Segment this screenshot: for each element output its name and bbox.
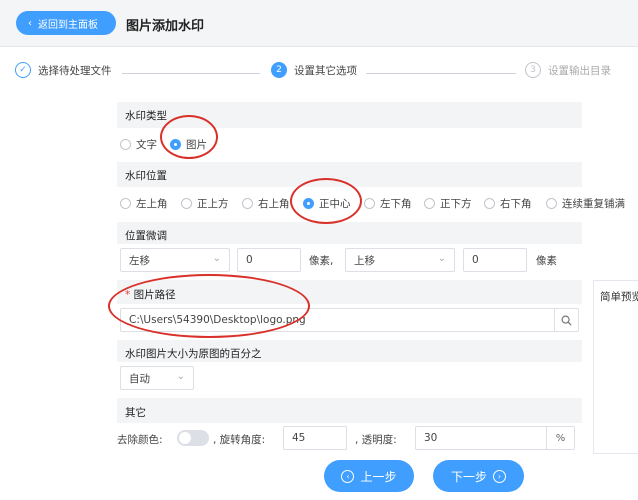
opacity-input[interactable]: 30 % — [415, 426, 575, 450]
fine-tune-section: 位置微调 左移 ⌄ 0 像素, 上移 ⌄ 0 像素 — [117, 222, 582, 276]
preview-panel: 简单预览 — [593, 280, 638, 454]
vertical-offset-input[interactable]: 0 — [463, 248, 527, 272]
radio-bottom-center[interactable]: 正下方 — [424, 196, 472, 211]
image-path-input[interactable]: C:\Users\54390\Desktop\logo.png — [120, 308, 579, 332]
radio-bottom-right[interactable]: 右下角 — [484, 196, 532, 211]
watermark-type-section: 水印类型 文字 图片 — [117, 102, 582, 160]
radio-label: 正中心 — [319, 198, 351, 210]
step-2-label: 设置其它选项 — [294, 64, 357, 77]
watermark-position-row: 左上角 正上方 右上角 正中心 左下角 正下方 右下角 连续重复铺满 — [117, 187, 625, 218]
radio-dot — [364, 198, 375, 209]
chevron-down-icon: ⌄ — [212, 253, 221, 264]
radio-image[interactable]: 图片 — [170, 137, 207, 152]
watermark-position-title: 水印位置 — [125, 170, 167, 182]
step-connector — [366, 73, 516, 74]
rotate-angle-input[interactable]: 45 — [283, 426, 347, 450]
watermark-type-title: 水印类型 — [125, 110, 167, 122]
step-1[interactable]: ✓ 选择待处理文件 — [15, 62, 112, 78]
other-section: 其它 去除颜色: , 旋转角度: 45 , 透明度: 30 % — [117, 398, 582, 454]
radio-dot — [424, 198, 435, 209]
step-3-number: 3 — [525, 62, 541, 78]
radio-dot — [120, 198, 131, 209]
step-3-label: 设置输出目录 — [548, 64, 611, 77]
scale-section: 水印图片大小为原图的百分之 自动 ⌄ — [117, 340, 582, 394]
pixel-unit-label: 像素 — [536, 255, 557, 267]
step-1-label: 选择待处理文件 — [38, 64, 112, 77]
select-value: 上移 — [354, 254, 375, 267]
rotate-label: , 旋转角度: — [213, 434, 266, 446]
radio-label: 连续重复铺满 — [562, 198, 625, 210]
remove-color-toggle[interactable] — [177, 430, 209, 446]
radio-dot-selected — [303, 198, 314, 209]
step-3[interactable]: 3 设置输出目录 — [525, 62, 611, 78]
next-step-label: 下一步 — [450, 469, 487, 484]
image-path-value: C:\Users\54390\Desktop\logo.png — [129, 314, 306, 326]
back-button-label: 返回到主面板 — [38, 19, 98, 31]
radio-tile-repeat[interactable]: 连续重复铺满 — [546, 196, 625, 211]
watermark-type-row: 文字 图片 — [117, 128, 582, 160]
radio-dot — [484, 198, 495, 209]
page-title: 图片添加水印 — [126, 19, 205, 34]
remove-color-label: 去除颜色: — [117, 434, 163, 446]
other-title: 其它 — [125, 407, 146, 419]
required-mark: * — [125, 289, 131, 301]
previous-step-label: 上一步 — [360, 469, 397, 484]
top-bar: ‹ 返回到主面板 图片添加水印 — [0, 0, 638, 47]
radio-top-right[interactable]: 右上角 — [242, 196, 290, 211]
select-value: 左移 — [129, 254, 150, 267]
radio-text[interactable]: 文字 — [120, 137, 157, 152]
radio-top-left[interactable]: 左上角 — [120, 196, 168, 211]
radio-label: 右下角 — [500, 198, 532, 210]
radio-dot — [120, 139, 131, 150]
radio-label: 正上方 — [197, 198, 229, 210]
radio-label: 左上角 — [136, 198, 168, 210]
scale-select[interactable]: 自动 ⌄ — [120, 366, 194, 390]
opacity-label: , 透明度: — [355, 434, 397, 446]
step-2[interactable]: 2 设置其它选项 — [271, 62, 357, 78]
radio-label: 左下角 — [380, 198, 412, 210]
circle-chevron-right-icon: › — [493, 469, 506, 483]
step-indicator: ✓ 选择待处理文件 2 设置其它选项 3 设置输出目录 — [0, 62, 638, 86]
scale-title: 水印图片大小为原图的百分之 — [125, 348, 262, 360]
radio-center[interactable]: 正中心 — [303, 196, 351, 211]
scale-row: 自动 ⌄ — [117, 362, 582, 394]
chevron-down-icon: ⌄ — [176, 371, 185, 382]
radio-bottom-left[interactable]: 左下角 — [364, 196, 412, 211]
radio-label: 图片 — [186, 139, 207, 151]
step-connector — [122, 73, 260, 74]
circle-chevron-left-icon: ‹ — [341, 469, 355, 483]
next-step-button[interactable]: 下一步 › — [433, 460, 524, 492]
image-path-title: * 图片路径 — [125, 287, 176, 302]
chevron-down-icon: ⌄ — [437, 253, 446, 264]
step-2-number: 2 — [271, 62, 287, 78]
radio-label: 右上角 — [258, 198, 290, 210]
pixel-unit-label: 像素, — [309, 255, 334, 267]
chevron-left-icon: ‹ — [28, 17, 32, 29]
radio-label: 正下方 — [440, 198, 472, 210]
preview-title: 简单预览 — [600, 291, 638, 303]
vertical-direction-select[interactable]: 上移 ⌄ — [345, 248, 455, 272]
radio-dot — [242, 198, 253, 209]
radio-dot — [546, 198, 557, 209]
previous-step-button[interactable]: ‹ 上一步 — [324, 460, 414, 492]
radio-dot-selected — [170, 139, 181, 150]
select-value: 自动 — [129, 372, 150, 385]
other-row: 去除颜色: , 旋转角度: 45 , 透明度: 30 % — [117, 423, 582, 454]
image-path-row: C:\Users\54390\Desktop\logo.png — [117, 304, 582, 336]
search-icon[interactable] — [554, 309, 578, 331]
radio-label: 文字 — [136, 139, 157, 151]
fine-tune-title: 位置微调 — [125, 230, 167, 242]
opacity-value: 30 — [424, 432, 438, 444]
radio-dot — [181, 198, 192, 209]
radio-top-center[interactable]: 正上方 — [181, 196, 229, 211]
back-to-dashboard-button[interactable]: ‹ 返回到主面板 — [16, 11, 116, 35]
percent-suffix: % — [546, 427, 574, 449]
check-icon: ✓ — [15, 62, 31, 78]
image-path-title-text: 图片路径 — [133, 289, 176, 301]
image-path-section: * 图片路径 C:\Users\54390\Desktop\logo.png — [117, 280, 582, 336]
watermark-position-section: 水印位置 左上角 正上方 右上角 正中心 左下角 正下方 右下角 连续重复铺满 — [117, 162, 625, 218]
horizontal-direction-select[interactable]: 左移 ⌄ — [120, 248, 230, 272]
fine-tune-row: 左移 ⌄ 0 像素, 上移 ⌄ 0 像素 — [117, 244, 582, 276]
horizontal-offset-input[interactable]: 0 — [237, 248, 301, 272]
